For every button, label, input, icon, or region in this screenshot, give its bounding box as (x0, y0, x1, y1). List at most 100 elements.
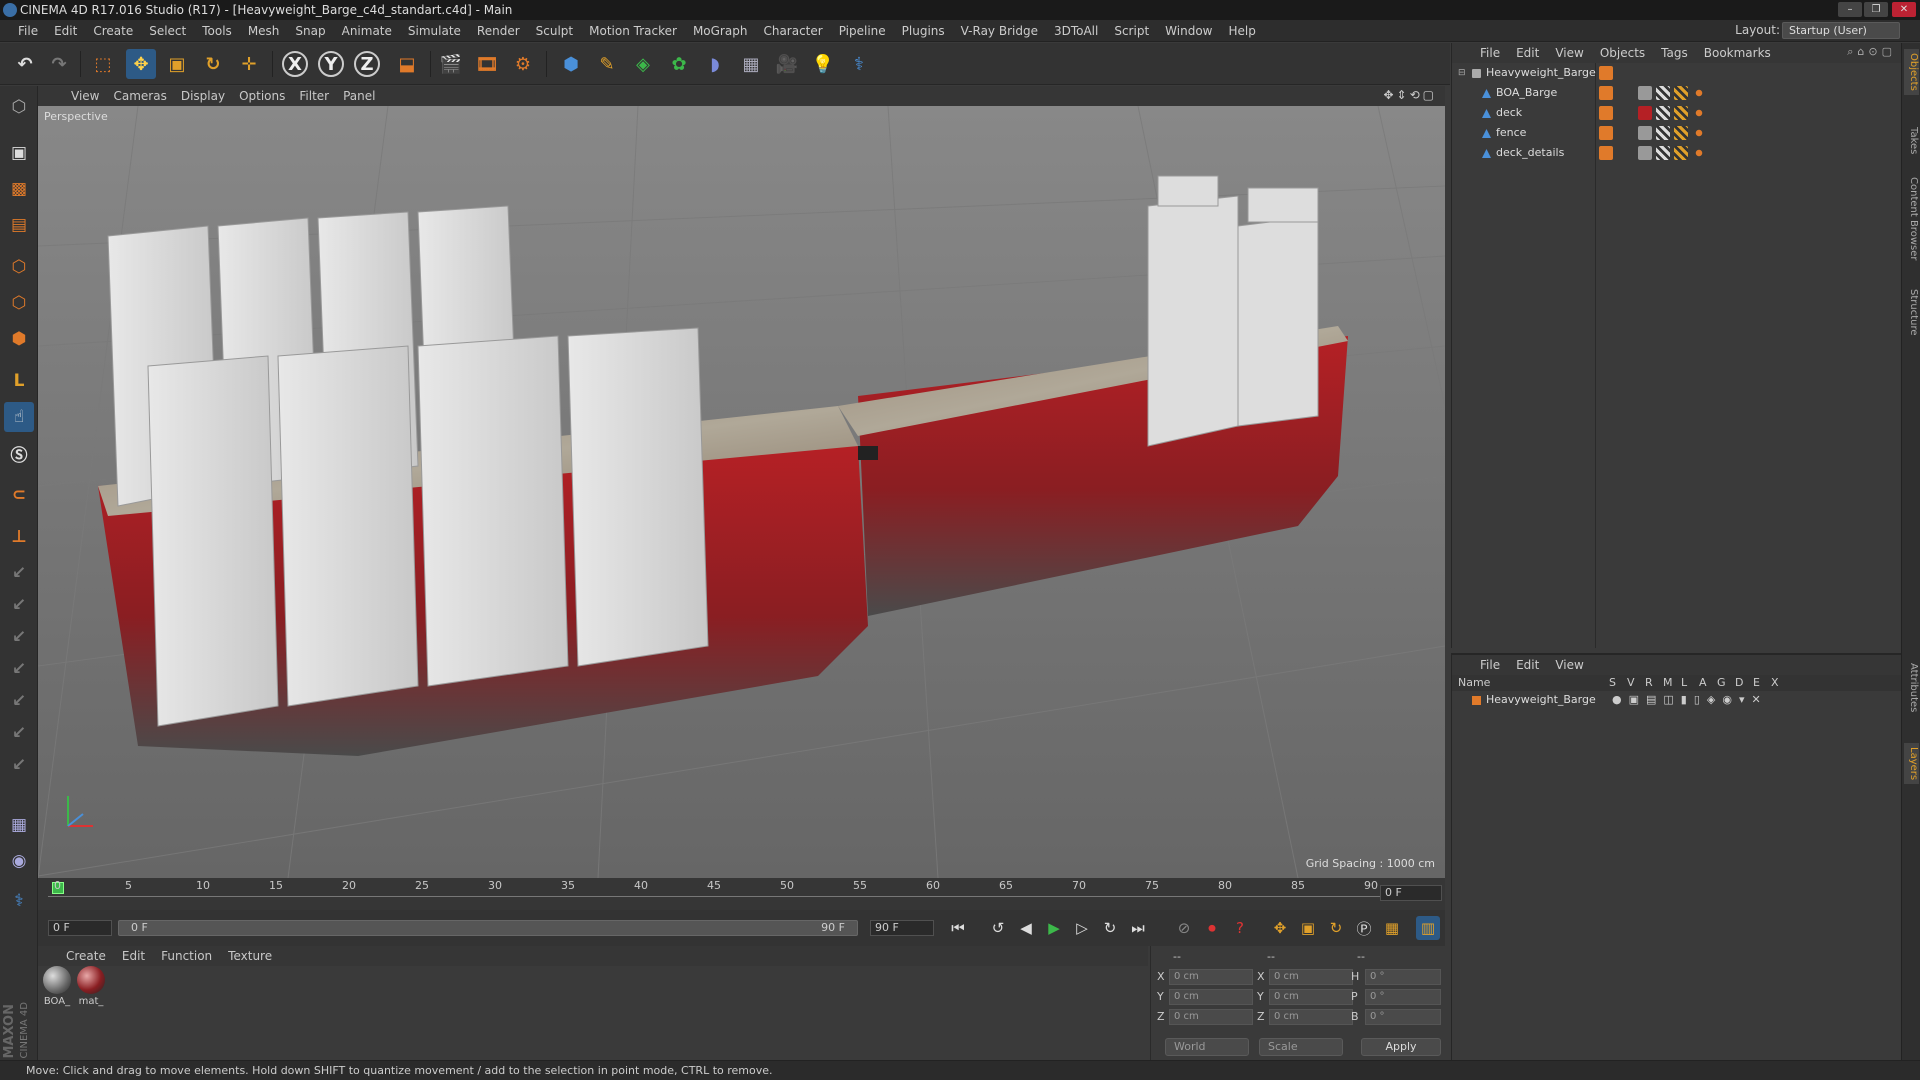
menu-mograph[interactable]: MoGraph (685, 24, 756, 38)
tab-content-browser[interactable]: Content Browser (1904, 173, 1919, 264)
om-search-icon[interactable]: ⌕⌂⊙▢ (1847, 45, 1896, 59)
timeline-window-icon[interactable]: ▥ (1416, 916, 1440, 940)
floor-scene-icon[interactable]: ▦ (736, 49, 766, 79)
collapse-icon[interactable]: ⊟ (1458, 68, 1466, 78)
menu-select[interactable]: Select (141, 24, 194, 38)
timeline-ruler[interactable]: 0 5 10 15 20 25 30 35 40 45 50 55 60 65 … (38, 878, 1445, 910)
menu-tools[interactable]: Tools (194, 24, 240, 38)
layer-color-tag[interactable] (1599, 146, 1613, 160)
menu-script[interactable]: Script (1106, 24, 1157, 38)
object-row[interactable]: deck (1452, 103, 1902, 123)
model-mode-icon[interactable]: ▣ (4, 138, 34, 168)
texture-tag-icon[interactable] (1674, 106, 1688, 120)
menu-create[interactable]: Create (85, 24, 141, 38)
play-forward-icon[interactable]: ▶ (1042, 916, 1066, 940)
live-selection-icon[interactable]: ⬚ (88, 49, 118, 79)
phong-tag-icon[interactable] (1692, 126, 1706, 140)
om-menu-edit[interactable]: Edit (1508, 46, 1547, 60)
cube-object-icon[interactable]: ⬢ (556, 49, 586, 79)
transform-tool-icon[interactable]: ✛ (234, 49, 264, 79)
autokey-icon[interactable]: ⏺ (1200, 916, 1224, 940)
menu-animate[interactable]: Animate (334, 24, 400, 38)
size-x-field[interactable]: 0 cm (1269, 969, 1353, 985)
record-keys-icon[interactable]: ⊘ (1172, 916, 1196, 940)
brush-tool-2-icon[interactable]: ↙ (4, 590, 34, 620)
tab-attributes[interactable]: Attributes (1904, 659, 1919, 716)
position-z-field[interactable]: 0 cm (1169, 1009, 1253, 1025)
tab-objects[interactable]: Objects (1904, 49, 1919, 95)
menu-file[interactable]: File (10, 24, 46, 38)
rotation-p-field[interactable]: 0 ° (1365, 989, 1441, 1005)
move-tool-icon[interactable]: ✥ (126, 49, 156, 79)
phong-tag-icon[interactable] (1692, 146, 1706, 160)
material-swatch[interactable]: BOA_ (42, 966, 72, 1007)
layout-dropdown[interactable]: Startup (User) (1782, 22, 1900, 39)
coordinate-mode-dropdown[interactable]: World (1165, 1038, 1249, 1056)
undo-icon[interactable]: ↶ (10, 49, 40, 79)
material-swatch[interactable]: mat_ (76, 966, 106, 1007)
om-menu-bookmarks[interactable]: Bookmarks (1696, 46, 1779, 60)
python-icon[interactable]: ⚕ (844, 49, 874, 79)
brush-tool-5-icon[interactable]: ↙ (4, 686, 34, 716)
material-tag-icon[interactable] (1638, 126, 1652, 140)
object-row[interactable]: BOA_Barge (1452, 83, 1902, 103)
material-menu-texture[interactable]: Texture (220, 949, 280, 963)
object-name[interactable]: deck (1496, 103, 1522, 123)
previous-key-icon[interactable]: ↺ (986, 916, 1010, 940)
texture-tag-icon[interactable] (1674, 126, 1688, 140)
y-axis-lock-button[interactable]: Y (318, 51, 344, 77)
z-axis-lock-button[interactable]: Z (354, 51, 380, 77)
solo-mode-icon[interactable]: Ⓢ (4, 438, 34, 468)
texture-tag-icon[interactable] (1674, 146, 1688, 160)
3d-viewport[interactable]: Perspective Grid Spacing : 1000 cm (38, 106, 1445, 878)
layer-color-tag[interactable] (1599, 126, 1613, 140)
material-menu-function[interactable]: Function (153, 949, 220, 963)
material-tag-icon[interactable] (1638, 86, 1652, 100)
make-editable-icon[interactable]: ⬡ (4, 92, 34, 122)
brush-tool-4-icon[interactable]: ↙ (4, 654, 34, 684)
brush-tool-6-icon[interactable]: ↙ (4, 718, 34, 748)
minimize-button[interactable]: – (1838, 2, 1862, 17)
material-menu-create[interactable]: Create (58, 949, 114, 963)
workplane-icon[interactable]: ⊥ (4, 522, 34, 552)
size-z-field[interactable]: 0 cm (1269, 1009, 1353, 1025)
previous-frame-icon[interactable]: ◀ (1014, 916, 1038, 940)
lm-menu-edit[interactable]: Edit (1508, 658, 1547, 672)
frame-start-field[interactable]: 0 F (48, 920, 112, 936)
om-menu-view[interactable]: View (1547, 46, 1591, 60)
next-frame-icon[interactable]: ▷ (1070, 916, 1094, 940)
key-parameter-icon[interactable]: Ⓟ (1352, 916, 1376, 940)
om-menu-tags[interactable]: Tags (1653, 46, 1696, 60)
frame-end-field[interactable]: 90 F (870, 920, 934, 936)
brush-tool-3-icon[interactable]: ↙ (4, 622, 34, 652)
rotation-h-field[interactable]: 0 ° (1365, 969, 1441, 985)
current-frame-field[interactable]: 0 F (1380, 885, 1442, 901)
go-to-end-icon[interactable]: ⏭ (1126, 916, 1150, 940)
layer-color-tag[interactable] (1599, 66, 1613, 80)
om-menu-file[interactable]: File (1472, 46, 1508, 60)
viewport-menu-cameras[interactable]: Cameras (106, 89, 173, 103)
lm-menu-view[interactable]: View (1547, 658, 1591, 672)
layer-toggle-icons[interactable]: ●▣▤◫▮▯◈◉▾✕ (1612, 693, 1768, 706)
next-key-icon[interactable]: ↻ (1098, 916, 1122, 940)
menu-render[interactable]: Render (469, 24, 528, 38)
menu-pipeline[interactable]: Pipeline (831, 24, 894, 38)
layer-browser-icon[interactable]: ▦ (4, 810, 34, 840)
snapping-magnet-icon[interactable]: ⊂ (4, 480, 34, 510)
polygons-mode-icon[interactable]: ⬢ (4, 324, 34, 354)
texture-tag-icon[interactable] (1656, 86, 1670, 100)
key-pla-icon[interactable]: ▦ (1380, 916, 1404, 940)
render-view-icon[interactable]: 🎬 (436, 49, 466, 79)
menu-simulate[interactable]: Simulate (400, 24, 469, 38)
menu-motion-tracker[interactable]: Motion Tracker (581, 24, 685, 38)
menu-sculpt[interactable]: Sculpt (528, 24, 581, 38)
menu-snap[interactable]: Snap (287, 24, 333, 38)
material-menu-edit[interactable]: Edit (114, 949, 153, 963)
viewport-menu-filter[interactable]: Filter (292, 89, 336, 103)
rotation-b-field[interactable]: 0 ° (1365, 1009, 1441, 1025)
tab-structure[interactable]: Structure (1904, 285, 1919, 340)
key-scale-icon[interactable]: ▣ (1296, 916, 1320, 940)
viewport-menu-display[interactable]: Display (174, 89, 232, 103)
rotate-tool-icon[interactable]: ↻ (198, 49, 228, 79)
sculpt-layers-icon[interactable]: ◉ (4, 846, 34, 876)
